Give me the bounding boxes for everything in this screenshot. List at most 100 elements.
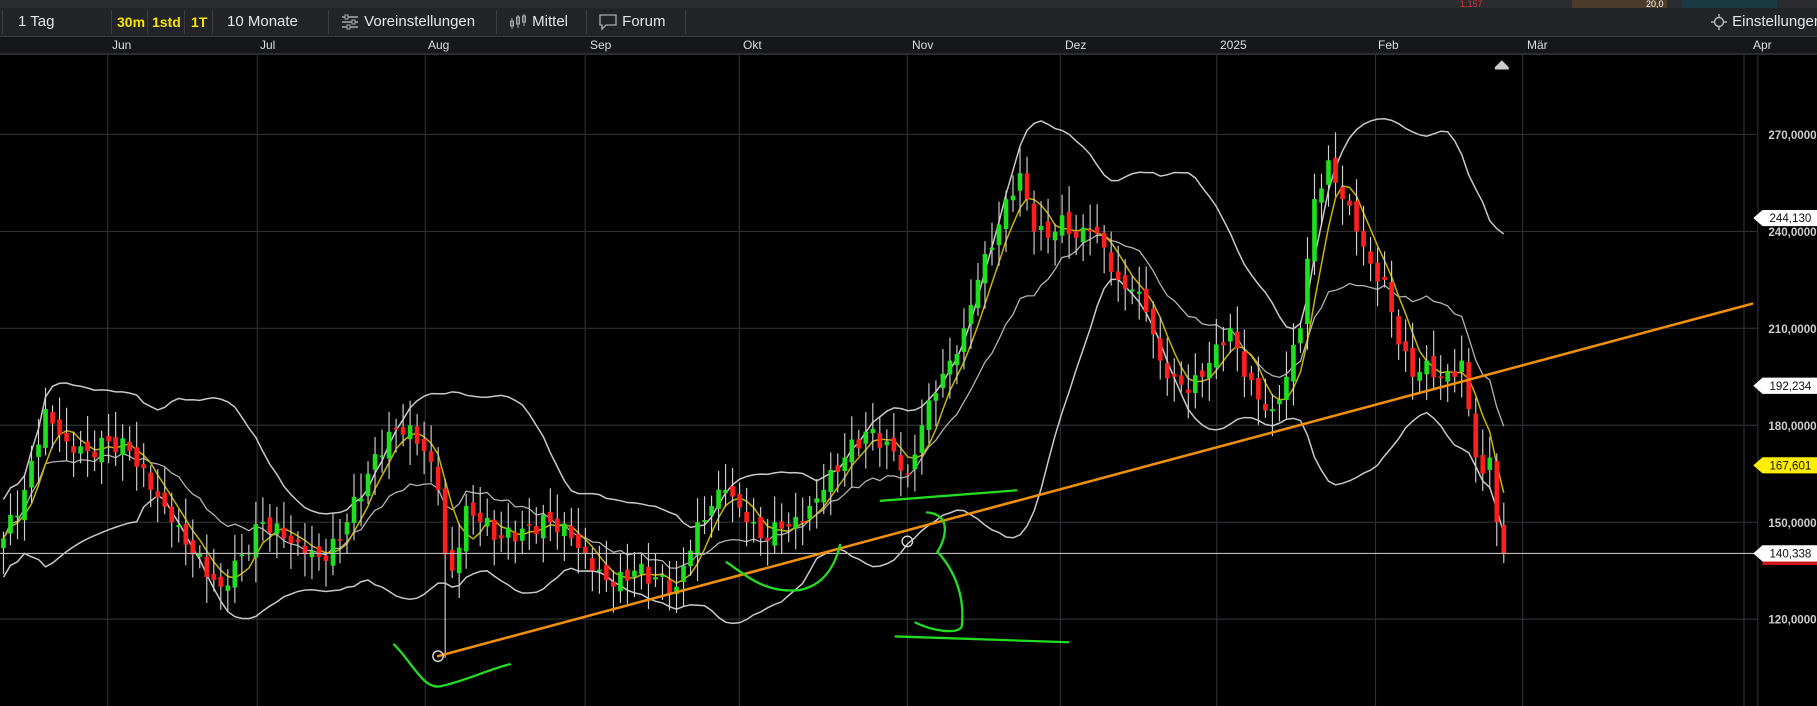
candle-body xyxy=(569,525,574,539)
candle-body xyxy=(456,547,462,574)
period-select[interactable]: 1 Tag xyxy=(18,8,54,36)
candle-body xyxy=(169,506,175,523)
candle-body xyxy=(141,464,147,469)
candle-body xyxy=(379,455,385,458)
candle-body xyxy=(267,517,273,533)
candle-body xyxy=(1389,281,1394,313)
gear-icon xyxy=(1710,13,1728,31)
candle-body xyxy=(1108,252,1114,272)
candle-body xyxy=(1115,271,1121,280)
sliders-icon xyxy=(340,13,360,30)
candle-body xyxy=(1164,363,1170,379)
candle-body xyxy=(800,521,806,523)
price-axis-label: 210,0000 xyxy=(1768,324,1816,336)
candle-body xyxy=(555,518,560,533)
presets-button[interactable]: Voreinstellungen xyxy=(340,8,475,36)
interval-1t[interactable]: 1T xyxy=(191,8,207,36)
candle-body xyxy=(814,498,820,503)
candle-body xyxy=(239,554,245,557)
speech-bubble-icon xyxy=(598,13,618,31)
candle-body xyxy=(1438,376,1443,379)
candle-body xyxy=(1396,316,1401,345)
price-tag-label: 244,130 xyxy=(1769,213,1811,225)
candle-body xyxy=(1235,331,1240,349)
candle-body xyxy=(912,454,918,470)
price-tag-label: 140,338 xyxy=(1769,548,1811,560)
candle-body xyxy=(1424,360,1429,375)
candle-body xyxy=(751,521,756,524)
candle-body xyxy=(337,539,343,541)
candle-body xyxy=(1143,288,1149,313)
candle-body xyxy=(1375,262,1380,282)
candle-body xyxy=(1122,275,1128,289)
candle-body xyxy=(1094,226,1100,234)
candle-body xyxy=(92,451,97,458)
candle-body xyxy=(1459,360,1465,373)
candle-body xyxy=(863,431,869,444)
candle-body xyxy=(498,535,504,539)
month-label: Apr xyxy=(1753,38,1772,52)
candle-body xyxy=(1087,229,1093,232)
candle-body xyxy=(85,441,90,452)
candle-body xyxy=(183,524,189,545)
candle-body xyxy=(1157,338,1163,361)
candle-body xyxy=(695,522,700,556)
candle-body xyxy=(295,539,301,543)
interval-30m[interactable]: 30m xyxy=(117,8,145,36)
month-label: Mär xyxy=(1527,38,1548,52)
forum-label: Forum xyxy=(622,13,666,30)
candle-body xyxy=(519,528,525,541)
candle-body xyxy=(954,353,960,366)
candle-body xyxy=(29,460,34,488)
candle-body xyxy=(148,472,154,490)
candle-body xyxy=(8,514,13,534)
candle-body xyxy=(709,506,714,516)
candle-body xyxy=(1207,362,1212,378)
candle-body xyxy=(618,571,623,592)
candle-body xyxy=(1410,347,1415,377)
candle-body xyxy=(716,489,721,509)
candle-body xyxy=(1501,525,1507,554)
candle-body xyxy=(583,546,588,554)
candle-body xyxy=(590,558,595,571)
month-label: Jun xyxy=(112,38,132,52)
candle-body xyxy=(961,328,967,352)
candle-body xyxy=(463,506,469,552)
candle-body xyxy=(1403,341,1408,352)
candle-body xyxy=(1024,173,1030,199)
candle-body xyxy=(43,409,48,448)
candle-body xyxy=(1326,160,1331,185)
candle-body xyxy=(288,535,294,544)
candle-body xyxy=(828,469,834,493)
price-chart[interactable]: 270,0000 240,0000 210,0000 180,0000 150,0000… xyxy=(0,0,1817,706)
trendline[interactable] xyxy=(436,302,1754,658)
range-select[interactable]: 10 Monate xyxy=(227,8,298,36)
top-value: 20,0 xyxy=(1646,0,1664,8)
scroll-marker-icon[interactable] xyxy=(1494,60,1509,70)
candle-body xyxy=(1010,195,1016,201)
candle-body xyxy=(540,514,546,539)
forum-button[interactable]: Forum xyxy=(598,8,666,36)
candle-body xyxy=(646,566,651,584)
candle-body xyxy=(898,455,904,471)
settings-button[interactable]: Einstellungen xyxy=(1710,8,1817,36)
candle-body xyxy=(996,224,1002,246)
candle-body xyxy=(702,520,707,522)
interval-1std[interactable]: 1std xyxy=(152,8,181,36)
indicator-button[interactable]: Mittel xyxy=(508,8,568,36)
candle-body xyxy=(1242,351,1247,377)
candle-body xyxy=(653,577,658,580)
candle-body xyxy=(576,533,581,549)
candle-body xyxy=(1080,227,1086,243)
candle-body xyxy=(1270,409,1275,412)
candle-body xyxy=(632,570,637,577)
candle-body xyxy=(162,492,168,507)
candle-body xyxy=(982,254,988,284)
candle-body xyxy=(386,431,392,459)
price-axis-label: 120,0000 xyxy=(1768,615,1816,627)
candle-body xyxy=(533,526,539,535)
candle-body xyxy=(547,511,553,523)
candle-body xyxy=(639,563,644,574)
candle-body xyxy=(155,491,161,498)
candle-body xyxy=(1214,344,1219,368)
